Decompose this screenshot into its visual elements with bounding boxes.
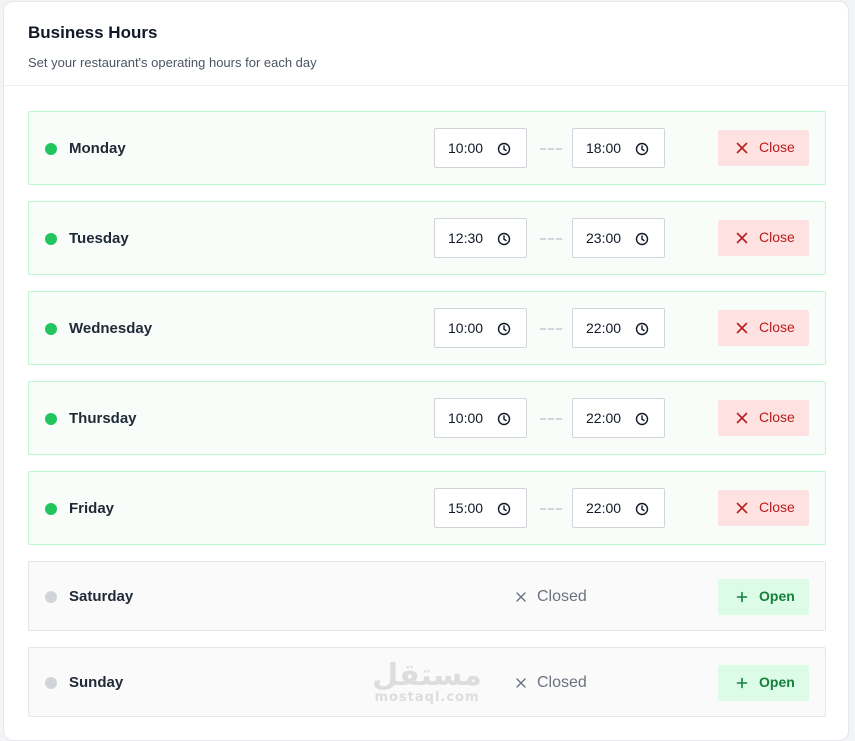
page-title: Business Hours (28, 23, 158, 42)
clock-icon[interactable] (497, 412, 511, 426)
status-dot-closed (45, 591, 57, 603)
x-icon (736, 142, 748, 154)
day-row-friday: Friday 15:00 22:00 Close (28, 471, 826, 545)
close-day-button[interactable]: Close (718, 310, 809, 346)
close-day-button[interactable]: Close (718, 220, 809, 256)
status-dot-open (45, 413, 57, 425)
watermark-latin: mostaql.com (374, 690, 480, 705)
open-time-input[interactable]: 10:00 (434, 308, 527, 348)
plus-icon (736, 677, 748, 689)
x-icon (736, 502, 748, 514)
open-time-input[interactable]: 15:00 (434, 488, 527, 528)
open-day-button[interactable]: Open (718, 579, 809, 615)
open-time-input[interactable]: 10:00 (434, 128, 527, 168)
open-time-value: 10:00 (448, 320, 484, 336)
closed-status-label: Closed (537, 674, 587, 691)
clock-icon[interactable] (635, 322, 649, 336)
status-dot-closed (45, 677, 57, 689)
open-day-label: Open (759, 674, 795, 690)
close-day-label: Close (759, 409, 795, 425)
close-day-label: Close (759, 319, 795, 335)
clock-icon[interactable] (635, 412, 649, 426)
status-dot-open (45, 503, 57, 515)
open-day-button[interactable]: Open (718, 665, 809, 701)
day-row-thursday: Thursday 10:00 22:00 Close (28, 381, 826, 455)
time-range-separator (540, 238, 562, 240)
close-time-value: 22:00 (586, 320, 622, 336)
close-time-input[interactable]: 22:00 (572, 398, 665, 438)
close-day-button[interactable]: Close (718, 490, 809, 526)
close-time-value: 22:00 (586, 410, 622, 426)
watermark-logo: مستقل mostaql.com (372, 658, 482, 706)
business-hours-card: Business Hours Set your restaurant's ope… (3, 1, 849, 741)
x-icon (516, 678, 526, 688)
close-time-input[interactable]: 22:00 (572, 308, 665, 348)
card-header: Business Hours Set your restaurant's ope… (4, 2, 848, 86)
open-time-value: 10:00 (448, 410, 484, 426)
plus-icon (736, 591, 748, 603)
day-name: Sunday (69, 674, 124, 691)
day-name: Saturday (69, 588, 134, 605)
day-row-monday: Monday 10:00 18:00 Close (28, 111, 826, 185)
close-time-input[interactable]: 23:00 (572, 218, 665, 258)
x-icon (736, 322, 748, 334)
time-range-separator (540, 328, 562, 330)
x-icon (736, 232, 748, 244)
close-time-input[interactable]: 18:00 (572, 128, 665, 168)
status-dot-open (45, 143, 57, 155)
close-day-button[interactable]: Close (718, 130, 809, 166)
close-time-value: 18:00 (586, 140, 622, 156)
status-dot-open (45, 233, 57, 245)
clock-icon[interactable] (497, 232, 511, 246)
close-day-label: Close (759, 229, 795, 245)
day-row-tuesday: Tuesday 12:30 23:00 Close (28, 201, 826, 275)
x-icon (516, 592, 526, 602)
day-row-wednesday: Wednesday 10:00 22:00 Close (28, 291, 826, 365)
time-range-separator (540, 418, 562, 420)
clock-icon[interactable] (497, 142, 511, 156)
close-time-value: 22:00 (586, 500, 622, 516)
clock-icon[interactable] (497, 322, 511, 336)
clock-icon[interactable] (635, 232, 649, 246)
status-dot-open (45, 323, 57, 335)
time-range-separator (540, 508, 562, 510)
day-name: Tuesday (69, 230, 129, 247)
day-row-saturday: Saturday Closed Open (28, 561, 826, 631)
clock-icon[interactable] (635, 142, 649, 156)
close-day-label: Close (759, 499, 795, 515)
clock-icon[interactable] (635, 502, 649, 516)
closed-status-label: Closed (537, 588, 587, 605)
day-name: Friday (69, 500, 115, 517)
open-time-value: 10:00 (448, 140, 484, 156)
close-time-value: 23:00 (586, 230, 622, 246)
close-day-button[interactable]: Close (718, 400, 809, 436)
time-range-separator (540, 148, 562, 150)
open-day-label: Open (759, 588, 795, 604)
close-day-label: Close (759, 139, 795, 155)
clock-icon[interactable] (497, 502, 511, 516)
day-name: Wednesday (69, 320, 153, 337)
watermark-arabic: مستقل (372, 658, 482, 693)
open-time-input[interactable]: 10:00 (434, 398, 527, 438)
open-time-input[interactable]: 12:30 (434, 218, 527, 258)
x-icon (736, 412, 748, 424)
open-time-value: 15:00 (448, 500, 484, 516)
open-time-value: 12:30 (448, 230, 484, 246)
close-time-input[interactable]: 22:00 (572, 488, 665, 528)
day-name: Monday (69, 140, 126, 157)
day-name: Thursday (69, 410, 137, 427)
page-subtitle: Set your restaurant's operating hours fo… (28, 55, 317, 70)
